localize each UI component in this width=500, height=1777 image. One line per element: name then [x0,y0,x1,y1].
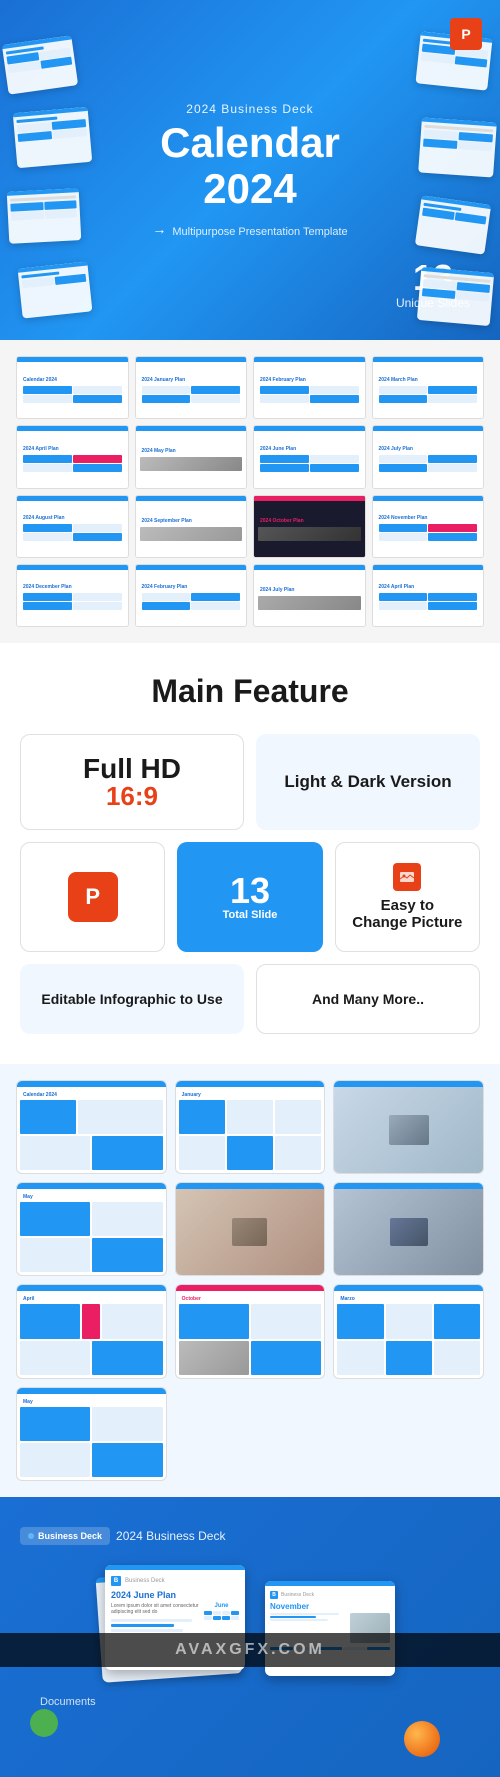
slide-thumb-13[interactable]: 2024 December Plan [16,564,129,627]
preview-card-6[interactable] [333,1182,484,1276]
deco-card-8 [417,267,494,326]
orange-ball-decoration [404,1721,440,1757]
feature-13slides: 13 Total Slide [177,842,322,952]
feature-ratio-text: 16:9 [106,783,158,809]
deco-card-6 [418,117,497,177]
deco-card-3 [7,188,82,244]
picture-icon [393,863,421,891]
features-row-3: Editable Infographic to Use And Many Mor… [20,964,480,1034]
preview-card-9[interactable]: Marzo [333,1284,484,1378]
hero-arrow-icon: → [152,221,166,237]
deco-card-7 [415,195,491,254]
november-label: November [270,1602,390,1611]
hero-section: P 2024 Business Deck Calendar2024 → Mult… [0,0,500,340]
june-plan-title: 2024 June Plan [111,1590,239,1600]
nov-deck-text: Business Deck [281,1592,314,1598]
main-feature-section: Main Feature Full HD 16:9 Light & Dark V… [0,643,500,1064]
deco-card-1 [2,35,78,94]
documents-area: Documents [20,1692,480,1710]
ppt-logo-icon: P [68,872,118,922]
slide-thumb-6[interactable]: 2024 May Plan [135,425,248,488]
preview-section: Calendar 2024 January [0,1064,500,1497]
preview-card-10[interactable]: May [16,1387,167,1481]
slide-thumb-11[interactable]: 2024 October Plan [253,495,366,558]
june-lorem: Lorem ipsum dolor sit amet consectetur a… [111,1603,201,1616]
june-plan-card-wrapper: B Business Deck 2024 June Plan Lorem ips… [105,1565,245,1670]
hero-subtitle: 2024 Business Deck [152,102,347,116]
bottom-logo-text: Business Deck [38,1531,102,1541]
green-dot-decoration [30,1709,58,1737]
powerpoint-icon: P [450,18,482,50]
preview-card-7[interactable]: April [16,1284,167,1378]
logo-dot-icon [28,1533,34,1539]
feature-lightdark: Light & Dark Version [256,734,480,830]
nov-photo [350,1613,390,1643]
slide-thumb-5[interactable]: 2024 April Plan [16,425,129,488]
features-row-1: Full HD 16:9 Light & Dark Version [20,734,480,830]
hero-title: Calendar2024 [152,120,347,212]
preview-card-1[interactable]: Calendar 2024 [16,1080,167,1174]
june-plan-card[interactable]: B Business Deck 2024 June Plan Lorem ips… [105,1565,245,1670]
documents-label: Documents [40,1696,96,1708]
preview-card-5[interactable] [175,1182,326,1276]
november-card-wrapper: B Business Deck November [265,1581,395,1676]
slide-thumb-9[interactable]: 2024 August Plan [16,495,129,558]
preview-card-4[interactable]: May [16,1182,167,1276]
feature-fullhd: Full HD 16:9 [20,734,244,830]
feature-infographic: Editable Infographic to Use [20,964,244,1034]
slide-thumb-2[interactable]: 2024 January Plan [135,356,248,419]
nov-logo-icon: B [270,1591,278,1599]
june-logo-icon: B [111,1576,121,1586]
feature-lightdark-text: Light & Dark Version [284,772,451,792]
feature-13-label: Total Slide [223,909,278,921]
preview-card-2[interactable]: January [175,1080,326,1174]
deco-card-4 [18,261,93,318]
more-label: And Many More.. [312,991,424,1007]
slide-thumb-16[interactable]: 2024 April Plan [372,564,485,627]
slide-thumb-1[interactable]: Calendar 2024 [16,356,129,419]
slide-grid-section: Calendar 2024 2024 January Plan [0,340,500,643]
bottom-hero-section: Business Deck 2024 Business Deck B Busin… [0,1497,500,1777]
hero-text-block: 2024 Business Deck Calendar2024 → Multip… [152,102,347,238]
slide-thumb-4[interactable]: 2024 March Plan [372,356,485,419]
hero-tagline: Multipurpose Presentation Template [172,226,347,238]
feature-ppt: P [20,842,165,952]
feature-more: And Many More.. [256,964,480,1034]
preview-card-8[interactable]: October [175,1284,326,1378]
slide-thumb-8[interactable]: 2024 July Plan [372,425,485,488]
preview-card-3[interactable] [333,1080,484,1174]
slide-grid: Calendar 2024 2024 January Plan [16,356,484,627]
slide-thumb-10[interactable]: 2024 September Plan [135,495,248,558]
slide-thumb-15[interactable]: 2024 July Plan [253,564,366,627]
features-row-2: P 13 Total Slide Easy to Change Picture [20,842,480,952]
deco-card-2 [13,107,93,168]
bottom-logo-badge: Business Deck [20,1527,110,1545]
slide-thumb-7[interactable]: 2024 June Plan [253,425,366,488]
bottom-label-text: 2024 Business Deck [116,1529,225,1543]
slide-thumb-12[interactable]: 2024 November Plan [372,495,485,558]
bottom-cards-container: B Business Deck 2024 June Plan Lorem ips… [20,1565,480,1676]
bottom-deck-label-area: Business Deck 2024 Business Deck [20,1527,480,1545]
infographic-label: Editable Infographic to Use [41,991,222,1007]
slide-thumb-3[interactable]: 2024 February Plan [253,356,366,419]
preview-grid: Calendar 2024 January [16,1080,484,1481]
november-card[interactable]: B Business Deck November [265,1581,395,1676]
feature-picture: Easy to Change Picture [335,842,480,952]
feature-pic-label: Easy to Change Picture [352,897,463,931]
june-deck-text: Business Deck [125,1578,165,1584]
june-month-label: June [204,1603,239,1609]
main-feature-title: Main Feature [20,673,480,710]
slide-thumb-14[interactable]: 2024 February Plan [135,564,248,627]
feature-hd-text: Full HD [83,755,181,783]
feature-13-num: 13 [230,873,270,909]
